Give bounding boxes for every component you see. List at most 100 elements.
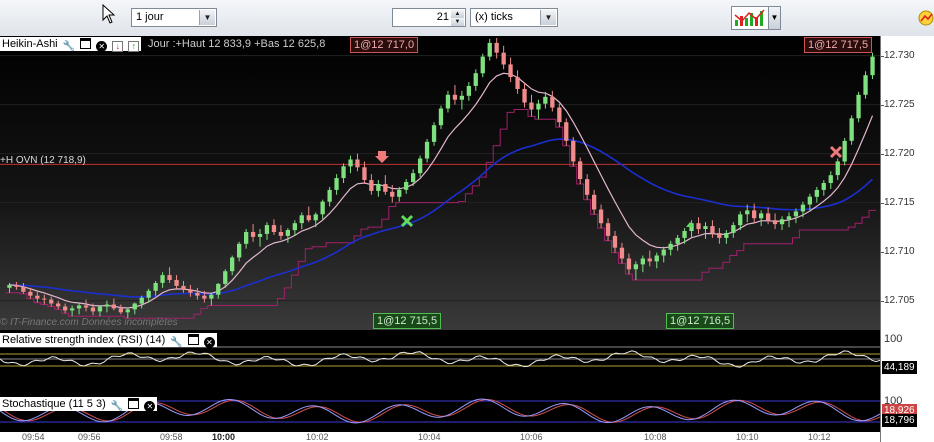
time-label: 10:00 (212, 432, 236, 442)
candle-body (626, 258, 632, 270)
candle-body (745, 210, 750, 215)
close-icon[interactable]: ✕ (96, 41, 108, 52)
wrench-icon[interactable]: 🔧 (63, 42, 75, 53)
candle-body (244, 232, 249, 244)
time-label: 10:06 (520, 432, 543, 442)
period-select[interactable]: 1 jour ▼ (131, 8, 217, 27)
stepper-down-icon[interactable]: ▼ (451, 18, 464, 26)
candle-body (28, 291, 33, 296)
candle-body (49, 299, 54, 304)
candle-body (174, 280, 179, 286)
close-icon[interactable]: ✕ (144, 401, 156, 412)
candle-body (76, 305, 82, 309)
candle-body (856, 94, 861, 119)
indicator-icon[interactable] (918, 10, 934, 26)
rsi-title: Relative strength index (RSI) (14) (2, 334, 166, 346)
candle-body (83, 305, 89, 308)
y-tick-mark (881, 202, 884, 204)
candle-body (696, 223, 701, 230)
time-label: 09:56 (78, 432, 101, 442)
candle-body (202, 295, 207, 299)
arrow-up-icon[interactable]: ↑ (128, 41, 140, 52)
candle-body (7, 284, 12, 288)
chart-type-dropdown[interactable]: ▼ (769, 6, 781, 30)
time-label: 10:04 (418, 432, 441, 442)
ticks-count-stepper[interactable]: 21 ▲ ▼ (392, 8, 466, 27)
panel-title: Heikin-Ashi (2, 38, 58, 50)
candle-body (487, 42, 492, 57)
chevron-down-icon[interactable]: ▼ (540, 10, 556, 25)
candle-body (139, 297, 144, 304)
candle-body (313, 214, 318, 221)
heikin-ashi-chart[interactable] (0, 36, 880, 330)
maximize-icon[interactable] (80, 38, 92, 49)
maximize-icon[interactable] (128, 398, 140, 409)
stepper-up-icon[interactable]: ▲ (451, 10, 464, 18)
candle-body (480, 56, 485, 74)
candle-body (800, 204, 806, 212)
candle-body (466, 86, 471, 96)
rsi-panel-header: Relative strength index (RSI) (14) 🔧 ✕ (0, 333, 217, 349)
stochastic-title: Stochastique (11 5 3) (2, 398, 106, 410)
price-axis[interactable]: 12.730 12.725 12.720 12.715 12.710 12.705 100… (880, 36, 934, 442)
candle-body (167, 275, 172, 280)
y-tick-label: 12.705 (884, 294, 915, 306)
candle-body (536, 103, 541, 110)
candle-body (828, 175, 833, 183)
ticks-count-value: 21 (436, 11, 449, 23)
candle-body (779, 219, 785, 225)
candle-body (633, 264, 638, 270)
wrench-icon[interactable]: 🔧 (170, 338, 182, 349)
ticks-unit-select[interactable]: (x) ticks ▼ (470, 8, 558, 27)
y-tick-mark (881, 300, 884, 302)
candle-body (376, 184, 381, 191)
rsi-value: 44,189 (882, 361, 917, 374)
y-tick-label: 12.720 (884, 147, 915, 159)
order-tag-left[interactable]: 1@12 717,0 (350, 37, 419, 53)
candle-body (543, 96, 548, 104)
candle-body (160, 275, 165, 283)
price-chart-panel[interactable] (0, 36, 880, 330)
candle-body (759, 213, 764, 219)
candle-body (250, 232, 256, 237)
candle-body (209, 294, 214, 299)
candle-body (341, 166, 346, 179)
candle-body (515, 77, 520, 89)
candle-body (863, 75, 868, 95)
time-label: 10:12 (808, 432, 831, 442)
order-tag-bottom-2[interactable]: 1@12 716,5 (666, 313, 735, 329)
candle-body (348, 159, 353, 167)
stochastic-panel-header: Stochastique (11 5 3) 🔧 ✕ (0, 397, 158, 413)
candle-body (578, 161, 583, 179)
y-tick-label: 12.725 (884, 98, 915, 110)
candle-body (132, 303, 137, 310)
candle-body (188, 289, 193, 293)
close-icon[interactable]: ✕ (203, 337, 215, 348)
candle-body (821, 183, 826, 190)
candle-body (703, 226, 708, 229)
stochastic-value: 18,796 (882, 414, 917, 427)
maximize-icon[interactable] (187, 334, 199, 345)
candle-body (153, 283, 158, 291)
candle-body (766, 213, 771, 221)
candle-body (710, 226, 715, 233)
candle-body (738, 214, 743, 226)
wrench-icon[interactable]: 🔧 (111, 402, 123, 413)
candle-body (104, 304, 110, 307)
candle-body (42, 298, 47, 300)
candle-body (647, 258, 652, 262)
slow-moving-average (9, 138, 874, 298)
candle-body (598, 209, 604, 224)
candle-body (501, 52, 506, 65)
order-tag-bottom-1[interactable]: 1@12 715,5 (373, 313, 442, 329)
order-tag-right[interactable]: 1@12 717,5 (804, 37, 873, 53)
arrow-down-icon[interactable]: ↓ (112, 41, 124, 52)
candle-body (146, 290, 151, 298)
chevron-down-icon[interactable]: ▼ (199, 10, 215, 25)
candle-body (285, 230, 290, 236)
toolbar: 1 jour ▼ 21 ▲ ▼ (x) ticks ▼ ▼ (0, 0, 934, 37)
candle-body (508, 64, 513, 78)
chart-type-button[interactable] (731, 6, 769, 30)
candle-body (592, 194, 597, 210)
candle-body (494, 42, 499, 53)
